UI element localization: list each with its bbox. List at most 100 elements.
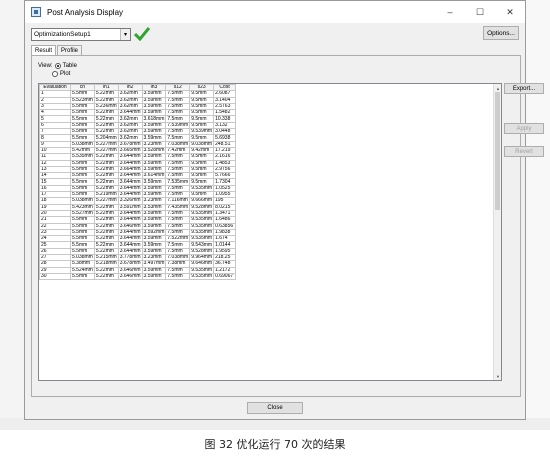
result-panel: View: Table Plot Evaluation ch lh1 lh2 l…: [31, 55, 544, 397]
figure-caption: 图 32 优化运行 70 次的结果: [204, 438, 346, 451]
table-cell: 9.535mm: [189, 266, 215, 274]
table-cell: 3.665mm: [117, 146, 143, 155]
table-cell: 9.535mm: [189, 272, 215, 281]
window-title: Post Analysis Display: [47, 7, 124, 17]
table-cell: 5.227mm: [93, 197, 119, 205]
view-plot-radio[interactable]: [52, 71, 58, 77]
scroll-up-icon[interactable]: ▲: [494, 84, 501, 92]
table-cell: 5.219mm: [93, 191, 119, 199]
table-cell: 3.592mm: [141, 228, 167, 237]
setup-select[interactable]: OptimizationSetup1 ▾: [31, 27, 131, 41]
table-cell: 3.591mm: [117, 203, 143, 211]
table-cell: 3.664mm: [117, 165, 143, 174]
export-button[interactable]: Export...: [504, 83, 544, 94]
table-cell: 9.038mm: [189, 140, 215, 148]
table-cell: 7.116mm: [165, 197, 191, 205]
minimize-button[interactable]: –: [435, 1, 465, 23]
view-table-row: View: Table: [38, 62, 77, 70]
table-cell: 3.326mm: [117, 197, 143, 205]
table-cell: 5.236mm: [93, 102, 119, 111]
app-icon: [31, 7, 41, 17]
tab-strip: Result Profile: [31, 45, 83, 55]
table-cell: 3.618mm: [141, 115, 167, 123]
table-cell: 9.535mm: [189, 216, 215, 224]
table-cell: 9.543mm: [189, 241, 215, 249]
table-cell: 5.22mm: [93, 272, 119, 281]
view-selector: View: Table Plot: [38, 62, 77, 78]
chevron-down-icon[interactable]: ▾: [120, 28, 130, 40]
close-window-button[interactable]: ✕: [495, 1, 525, 23]
table-cell: 7.038mm: [165, 253, 191, 262]
apply-button[interactable]: Apply: [504, 123, 544, 134]
table-row[interactable]: 30 5.5mm 5.22mm 3.646mm 3.59mm 7.5mm 9.535mm 0.…: [39, 272, 237, 281]
table-cell: 7.522mm: [165, 235, 191, 243]
table-cell: 30: [39, 272, 71, 281]
table-cell: 3.644mm: [117, 235, 143, 243]
options-button[interactable]: Options...: [483, 26, 519, 40]
table-cell: 9.535mm: [189, 222, 215, 230]
table-cell: 5.5mm: [70, 272, 95, 281]
table-cell: 5.218mm: [93, 260, 119, 268]
table-cell: 3.678mm: [117, 140, 143, 148]
table-cell: 9.528mm: [189, 203, 215, 211]
table-cell: 3.644mm: [117, 109, 143, 117]
table-cell: 5.524mm: [70, 266, 95, 274]
table-cell: 9.535mm: [189, 228, 215, 237]
background-left-strip: [0, 0, 24, 430]
view-table-radio[interactable]: [54, 63, 61, 69]
table-cell: 5.535mm: [70, 153, 95, 161]
table-cell: 9.539mm: [189, 128, 215, 136]
table-cell: 3.644mm: [117, 172, 143, 180]
table-cell: 3.646mm: [117, 266, 143, 274]
scroll-down-icon[interactable]: ▼: [494, 372, 501, 380]
table-cell: 5.038mm: [70, 253, 95, 262]
table-cell: 3.678mm: [117, 260, 143, 268]
table-cell: 5.038mm: [70, 140, 95, 148]
table-cell: 5.204mm: [93, 134, 119, 142]
table-cell: 9.964mm: [189, 253, 215, 262]
table-cell: 3.646mm: [117, 272, 143, 281]
maximize-button[interactable]: ☐: [465, 1, 495, 23]
table-cell: 3.644mm: [117, 209, 143, 218]
table-cell: 5.523mm: [70, 96, 95, 104]
table-cell: 5.423mm: [70, 203, 95, 211]
view-table-label: Table: [62, 63, 77, 69]
table-cell: 3.778mm: [117, 253, 143, 262]
title-bar: Post Analysis Display – ☐ ✕: [25, 1, 525, 23]
table-cell: 3.644mm: [117, 159, 143, 167]
table-cell: 5.038mm: [70, 197, 95, 205]
revert-button[interactable]: Revert: [504, 146, 544, 157]
table-cell: 9.535mm: [189, 209, 215, 218]
view-plot-label: Plot: [60, 71, 71, 77]
table-cell: 3.644mm: [117, 153, 143, 161]
setup-toolbar: OptimizationSetup1 ▾: [31, 27, 150, 41]
table-cell: 5.527mm: [70, 209, 95, 218]
table-cell: 7.535mm: [165, 178, 191, 186]
table-cell: 9.666mm: [189, 197, 215, 205]
column-header-evaluation[interactable]: Evaluation: [39, 84, 71, 92]
table-cell: 3.644mm: [117, 247, 143, 256]
table-cell: 0.69067: [213, 272, 237, 281]
table-cell: 7.435mm: [165, 203, 191, 211]
view-label: View:: [38, 63, 53, 69]
post-analysis-window: Post Analysis Display – ☐ ✕ Optimization…: [24, 0, 544, 420]
table-cell: 0.63856: [213, 222, 237, 230]
table-cell: 3.644mm: [117, 191, 143, 199]
table-cell: 9.646mm: [189, 260, 215, 268]
table-body: 1 5.5mm 5.22mm 3.62mm 3.59mm 7.5mm 9.5mm 2.6087…: [39, 90, 237, 281]
table-cell: 3.644mm: [117, 184, 143, 193]
table-scrollbar[interactable]: ▲ ▼: [493, 84, 501, 380]
close-button[interactable]: Close: [247, 402, 303, 414]
table-cell: 3.528mm: [141, 146, 167, 155]
setup-select-value: OptimizationSetup1: [34, 30, 91, 38]
checkmark-icon[interactable]: [134, 27, 150, 41]
tab-profile[interactable]: Profile: [57, 45, 83, 55]
table-cell: 3.644mm: [117, 178, 143, 186]
table-cell: 9.535mm: [189, 184, 215, 193]
table-cell: 3.59mm: [141, 272, 167, 281]
table-cell: 9.528mm: [189, 247, 215, 256]
table-cell: 3.497mm: [141, 260, 167, 268]
view-plot-row: Plot: [38, 70, 77, 78]
scrollbar-thumb[interactable]: [495, 92, 500, 210]
tab-result[interactable]: Result: [31, 45, 57, 55]
